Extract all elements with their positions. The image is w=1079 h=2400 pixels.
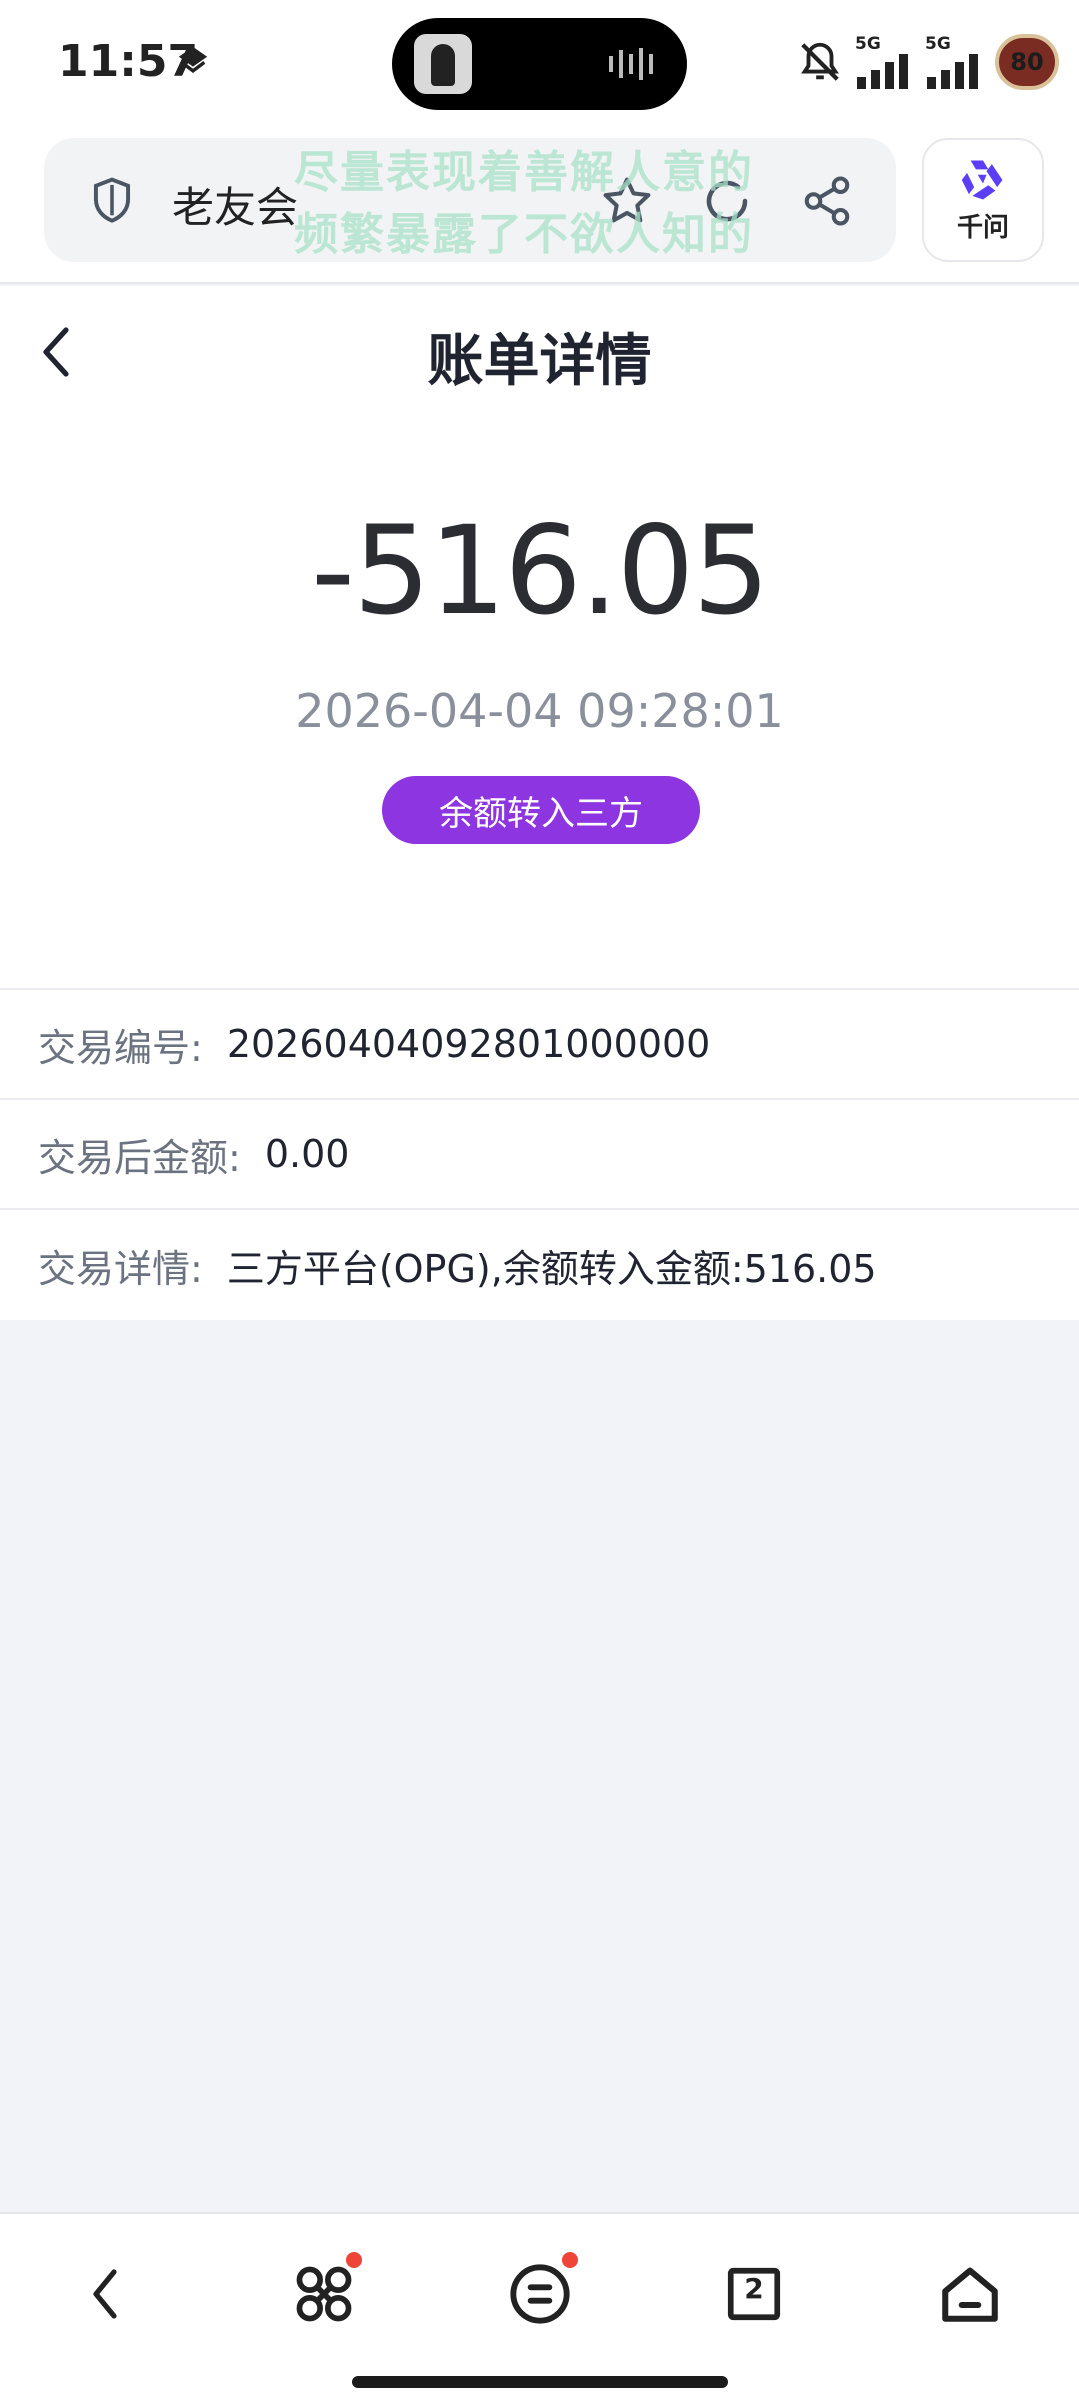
transaction-datetime: 2026-04-04 09:28:01 xyxy=(295,684,784,738)
detail-value: 0.00 xyxy=(264,1132,350,1176)
nav-back-button[interactable] xyxy=(66,2254,146,2334)
signal-bars-icon xyxy=(927,53,978,89)
detail-value: 20260404092801000000 xyxy=(226,1022,711,1066)
watermark-text: 尽量表现着善解人意的 频繁暴露了不欲人知的 xyxy=(294,142,754,266)
refresh-icon[interactable] xyxy=(700,174,754,228)
watermark-line-1: 尽量表现着善解人意的 xyxy=(294,147,754,198)
battery-indicator: 80 xyxy=(995,34,1059,90)
mute-icon xyxy=(801,42,839,81)
audio-wave-icon xyxy=(609,48,653,80)
signal-bars-icon xyxy=(857,53,908,89)
signal-2-label: 5G xyxy=(925,33,951,54)
dynamic-island[interactable] xyxy=(392,18,687,110)
page-header: 账单详情 xyxy=(0,286,1079,416)
signal-2: 5G xyxy=(925,33,983,89)
notification-dot xyxy=(562,2252,578,2268)
signal-1-label: 5G xyxy=(855,33,881,54)
transaction-amount: -516.05 xyxy=(311,500,770,642)
tab-count: 2 xyxy=(744,2272,764,2305)
media-thumbnail xyxy=(414,34,472,94)
nav-menu-button[interactable] xyxy=(500,2252,580,2334)
transaction-summary: -516.05 2026-04-04 09:28:01 余额转入三方 xyxy=(0,416,1079,990)
nav-tabs-button[interactable]: 2 xyxy=(714,2254,794,2334)
home-indicator[interactable] xyxy=(352,2376,728,2388)
detail-label: 交易详情: xyxy=(38,1246,203,1291)
transaction-type-label: 余额转入三方 xyxy=(439,793,643,834)
ai-assistant-label: 千问 xyxy=(956,212,1009,243)
detail-row-transaction-id: 交易编号: 20260404092801000000 xyxy=(0,990,1079,1100)
back-arrow-icon xyxy=(93,2269,117,2319)
nav-home-button[interactable] xyxy=(930,2254,1010,2334)
address-bar[interactable]: 老友会 尽量表现着善解人意的 频繁暴露了不欲人知的 xyxy=(44,138,896,262)
shield-icon[interactable] xyxy=(90,176,134,226)
home-icon xyxy=(942,2267,998,2322)
site-title[interactable]: 老友会 xyxy=(172,174,298,235)
status-indicators: 5G 5G 80 xyxy=(797,30,1059,94)
ai-assistant-logo-icon xyxy=(961,160,1003,199)
detail-row-balance-after: 交易后金额: 0.00 xyxy=(0,1100,1079,1210)
browser-bottom-nav: 2 xyxy=(0,2212,1079,2400)
watermark-line-2: 频繁暴露了不欲人知的 xyxy=(294,209,754,260)
battery-level: 80 xyxy=(1010,48,1044,76)
detail-row-description: 交易详情: 三方平台(OPG),余额转入金额:516.05 xyxy=(0,1210,1079,1320)
layers-icon xyxy=(178,46,208,74)
apps-icon xyxy=(296,2266,352,2322)
page-title: 账单详情 xyxy=(427,329,652,394)
detail-value: 三方平台(OPG),余额转入金额:516.05 xyxy=(226,1246,877,1291)
nav-apps-button[interactable] xyxy=(284,2252,364,2334)
ai-assistant-button[interactable]: 千问 xyxy=(922,138,1044,262)
signal-1: 5G xyxy=(855,33,913,89)
notification-dot xyxy=(346,2252,362,2268)
transaction-details: 交易编号: 20260404092801000000 交易后金额: 0.00 交… xyxy=(0,990,1079,1320)
browser-toolbar: 老友会 尽量表现着善解人意的 频繁暴露了不欲人知的 千问 xyxy=(0,124,1079,284)
menu-icon xyxy=(510,2264,570,2324)
transaction-type-badge: 余额转入三方 xyxy=(382,776,700,844)
detail-label: 交易编号: xyxy=(38,1025,203,1070)
detail-label: 交易后金额: xyxy=(38,1135,241,1180)
status-bar: 11:57 5G 5G 80 xyxy=(0,0,1079,124)
star-icon[interactable] xyxy=(600,174,654,228)
share-icon[interactable] xyxy=(800,174,854,228)
